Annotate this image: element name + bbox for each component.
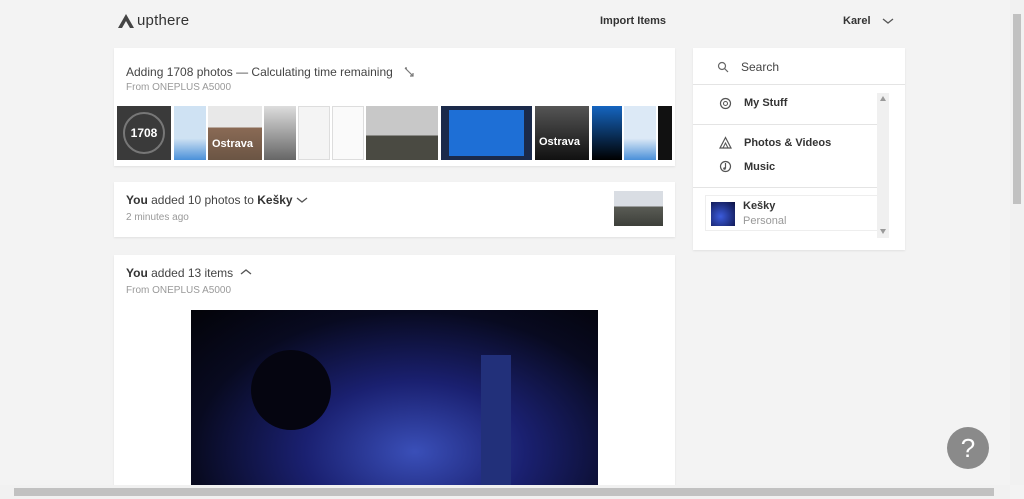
thumbnail-label: Ostrava — [539, 136, 580, 148]
chevron-down-icon[interactable] — [882, 16, 894, 26]
divider — [693, 84, 905, 85]
sidebar-item-music[interactable]: Music — [693, 158, 905, 180]
activity-headline: You added 10 photos to Kešky — [126, 193, 293, 207]
activity-card: You added 10 photos to Kešky 2 minutes a… — [114, 182, 675, 237]
chevron-down-icon[interactable] — [296, 196, 308, 204]
upload-title: Adding 1708 photos — Calculating time re… — [126, 65, 393, 79]
top-bar: upthere Import Items Karel — [0, 0, 1010, 44]
activity-actor: You — [126, 193, 148, 207]
activity-card: You added 13 items From ONEPLUS A5000 — [114, 255, 675, 499]
folder-item-kesky[interactable]: Kešky Personal — [705, 195, 878, 231]
sidebar-item-label: My Stuff — [744, 97, 788, 109]
user-menu[interactable]: Karel — [843, 15, 871, 27]
app-logo[interactable]: upthere — [117, 12, 189, 29]
activity-actor: You — [126, 266, 148, 280]
sidebar: Search My Stuff Photos & Videos Music Ke… — [693, 48, 905, 250]
sidebar-item-photos-videos[interactable]: Photos & Videos — [693, 134, 905, 156]
vertical-scrollbar-thumb[interactable] — [1013, 14, 1021, 204]
remaining-count-tile: 1708 — [117, 106, 171, 160]
horizontal-scrollbar-thumb[interactable] — [14, 488, 994, 496]
folder-type: Personal — [743, 215, 787, 227]
activity-time: 2 minutes ago — [126, 212, 189, 223]
upload-source: From ONEPLUS A5000 — [126, 82, 232, 93]
remaining-count: 1708 — [123, 112, 165, 154]
thumbnail-label: Ostrava — [212, 138, 253, 150]
sidebar-item-label: Music — [744, 161, 776, 173]
photo-thumbnail[interactable] — [332, 106, 364, 160]
photos-videos-icon — [719, 136, 732, 149]
divider — [693, 124, 878, 125]
search-input[interactable]: Search — [741, 60, 779, 74]
activity-target-album[interactable]: Kešky — [257, 193, 292, 207]
folder-name: Kešky — [743, 200, 776, 212]
activity-source: From ONEPLUS A5000 — [126, 285, 232, 296]
photo-thumbnail[interactable] — [441, 106, 532, 160]
photo-preview[interactable] — [191, 310, 598, 499]
chevron-up-icon[interactable] — [240, 268, 252, 276]
activity-text: added 13 items — [151, 266, 234, 280]
sidebar-item-my-stuff[interactable]: My Stuff — [693, 94, 905, 116]
my-stuff-icon — [719, 97, 732, 110]
music-icon — [719, 160, 732, 173]
tag-icon[interactable] — [403, 66, 415, 78]
activity-headline: You added 13 items — [126, 266, 233, 280]
folder-thumbnail — [711, 202, 735, 226]
sidebar-item-label: Photos & Videos — [744, 137, 832, 149]
photo-thumbnail[interactable] — [592, 106, 622, 160]
import-items-button[interactable]: Import Items — [600, 15, 666, 27]
help-button[interactable]: ? — [947, 427, 989, 469]
search-icon[interactable] — [717, 61, 729, 73]
activity-text: added 10 photos to — [151, 193, 254, 207]
scroll-down-icon[interactable] — [880, 229, 886, 234]
album-thumbnail[interactable] — [614, 191, 663, 226]
photo-thumbnail[interactable] — [264, 106, 296, 160]
photo-thumbnail[interactable]: Ostrava — [535, 106, 589, 160]
app-name: upthere — [137, 12, 190, 29]
photo-thumbnail[interactable] — [624, 106, 656, 160]
photo-thumbnail[interactable] — [174, 106, 206, 160]
photo-thumbnail[interactable] — [366, 106, 438, 160]
divider — [693, 187, 878, 188]
thumbnail-strip: Ostrava Ostrava — [117, 106, 672, 160]
scroll-up-icon[interactable] — [880, 96, 886, 101]
photo-thumbnail[interactable] — [298, 106, 330, 160]
sidebar-scrollbar[interactable] — [877, 93, 889, 238]
upload-progress-card: Adding 1708 photos — Calculating time re… — [114, 48, 675, 166]
upthere-logo-icon — [118, 13, 134, 28]
photo-thumbnail[interactable] — [658, 106, 672, 160]
photo-thumbnail[interactable]: Ostrava — [208, 106, 262, 160]
